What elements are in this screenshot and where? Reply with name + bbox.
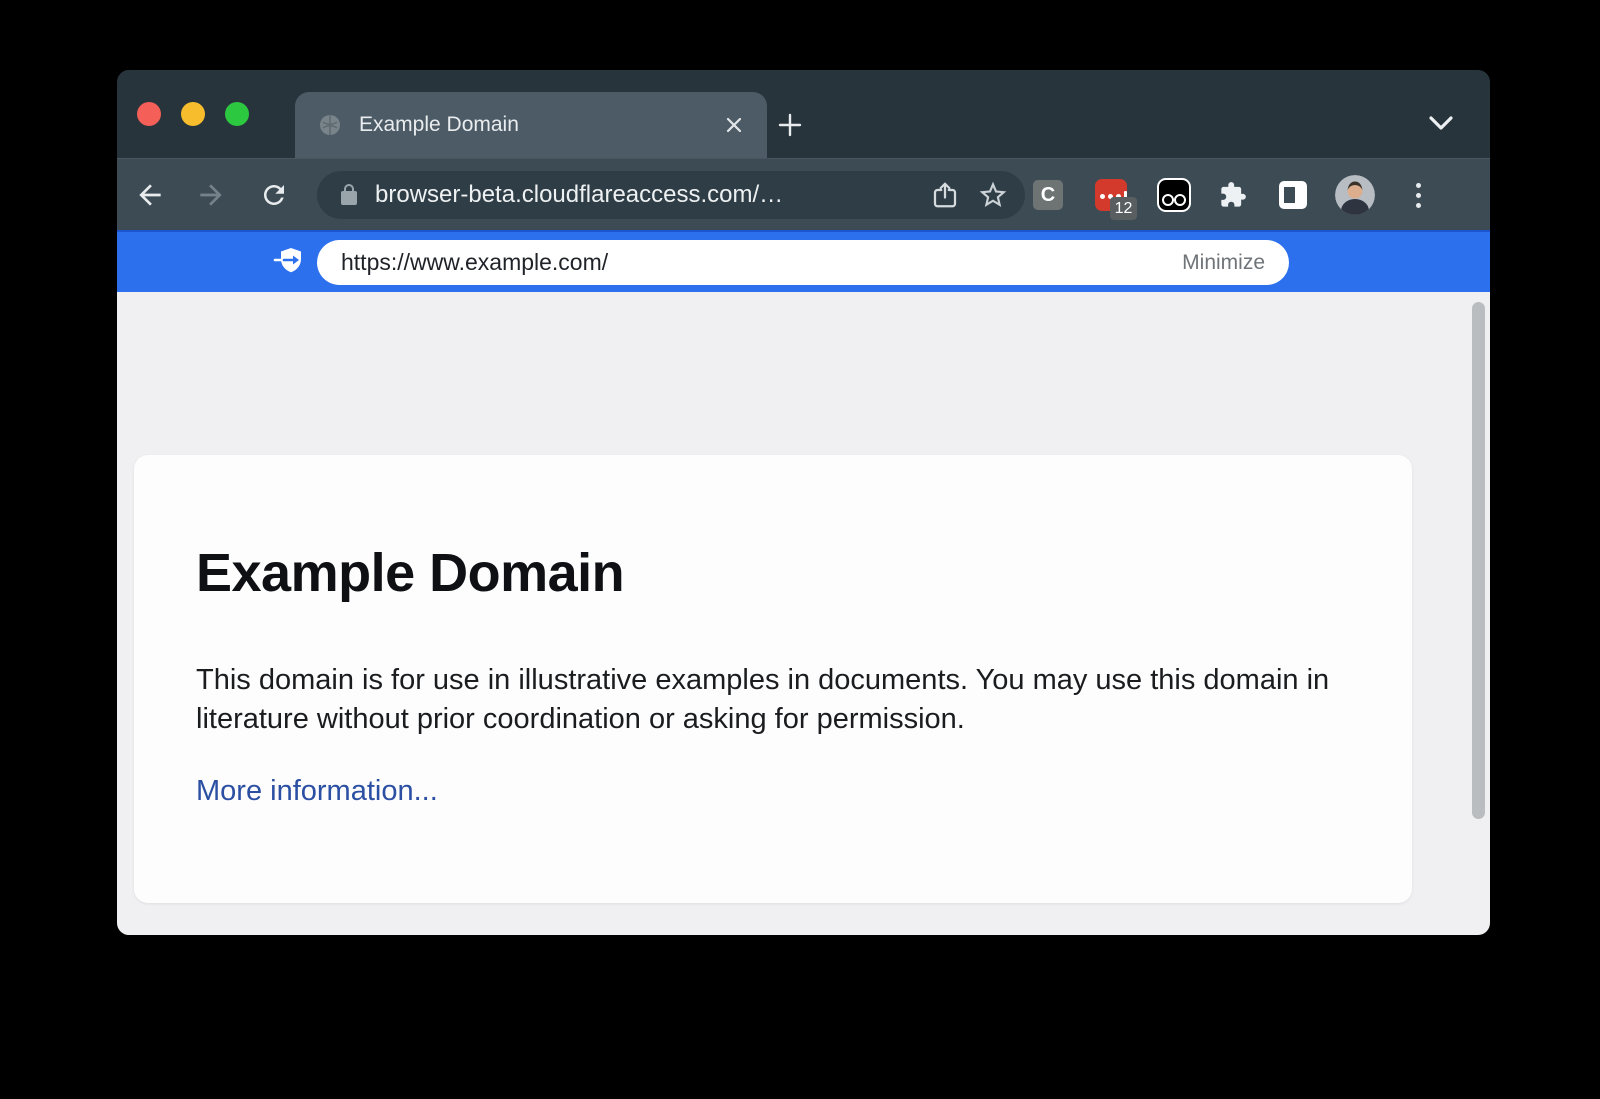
plus-icon	[776, 111, 804, 139]
reload-icon	[259, 180, 289, 210]
minimize-window-button[interactable]	[181, 102, 205, 126]
address-bar-url: browser-beta.cloudflareaccess.com/…	[375, 181, 915, 209]
forward-arrow-icon	[195, 179, 227, 211]
page-paragraph: This domain is for use in illustrative e…	[196, 661, 1351, 739]
globe-favicon-icon	[319, 114, 341, 136]
screenshot-stage: Example Domain	[0, 0, 1600, 1099]
zoom-window-button[interactable]	[225, 102, 249, 126]
bookmark-star-button[interactable]	[975, 177, 1011, 213]
tab-search-button[interactable]	[1423, 110, 1459, 136]
close-window-button[interactable]	[137, 102, 161, 126]
share-icon	[930, 180, 960, 210]
isolated-url-field[interactable]: https://www.example.com/ Minimize	[317, 240, 1289, 285]
page-viewport: Example Domain This domain is for use in…	[117, 292, 1490, 935]
back-arrow-icon	[134, 179, 166, 211]
extensions-menu-button[interactable]	[1218, 180, 1248, 210]
tab-example-domain[interactable]: Example Domain	[295, 92, 767, 158]
forward-button[interactable]	[191, 175, 231, 215]
extension-black-eyes-button[interactable]	[1157, 178, 1191, 212]
more-information-link[interactable]: More information...	[196, 775, 438, 808]
puzzle-icon	[1219, 181, 1247, 209]
shield-arrow-icon	[273, 245, 307, 279]
close-icon	[724, 115, 744, 135]
page-card: Example Domain This domain is for use in…	[134, 455, 1412, 903]
banner-minimize-button[interactable]: Minimize	[1182, 251, 1265, 275]
vertical-scrollbar[interactable]	[1472, 302, 1485, 819]
browser-menu-button[interactable]	[1405, 175, 1431, 215]
window-controls	[137, 102, 249, 126]
side-panel-icon	[1284, 187, 1295, 203]
profile-avatar-button[interactable]	[1335, 175, 1375, 215]
side-panel-button[interactable]	[1279, 181, 1307, 209]
chevron-down-icon	[1428, 115, 1454, 131]
extension-red-dots-button[interactable]: 12	[1095, 179, 1127, 211]
tab-strip: Example Domain	[117, 70, 1490, 158]
tab-close-button[interactable]	[721, 112, 747, 138]
browser-window: Example Domain	[117, 70, 1490, 935]
avatar	[1335, 175, 1375, 215]
share-button[interactable]	[927, 177, 963, 213]
back-button[interactable]	[130, 175, 170, 215]
reload-button[interactable]	[254, 175, 294, 215]
extension-c-button[interactable]: C	[1033, 180, 1063, 210]
isolated-url-text: https://www.example.com/	[341, 249, 1182, 276]
lock-icon	[337, 183, 361, 207]
star-icon	[977, 179, 1009, 211]
extension-c-label: C	[1041, 184, 1055, 207]
address-bar[interactable]: browser-beta.cloudflareaccess.com/…	[317, 171, 1025, 219]
browser-toolbar: browser-beta.cloudflareaccess.com/… C	[117, 158, 1490, 230]
tab-title: Example Domain	[359, 113, 721, 137]
kebab-menu-icon	[1416, 183, 1421, 188]
eye-circle-icon	[1162, 194, 1174, 206]
new-tab-button[interactable]	[769, 104, 811, 146]
eye-circle-icon	[1174, 194, 1186, 206]
extension-badge: 12	[1110, 197, 1137, 220]
isolation-banner: https://www.example.com/ Minimize	[117, 230, 1490, 292]
page-title: Example Domain	[196, 541, 624, 605]
